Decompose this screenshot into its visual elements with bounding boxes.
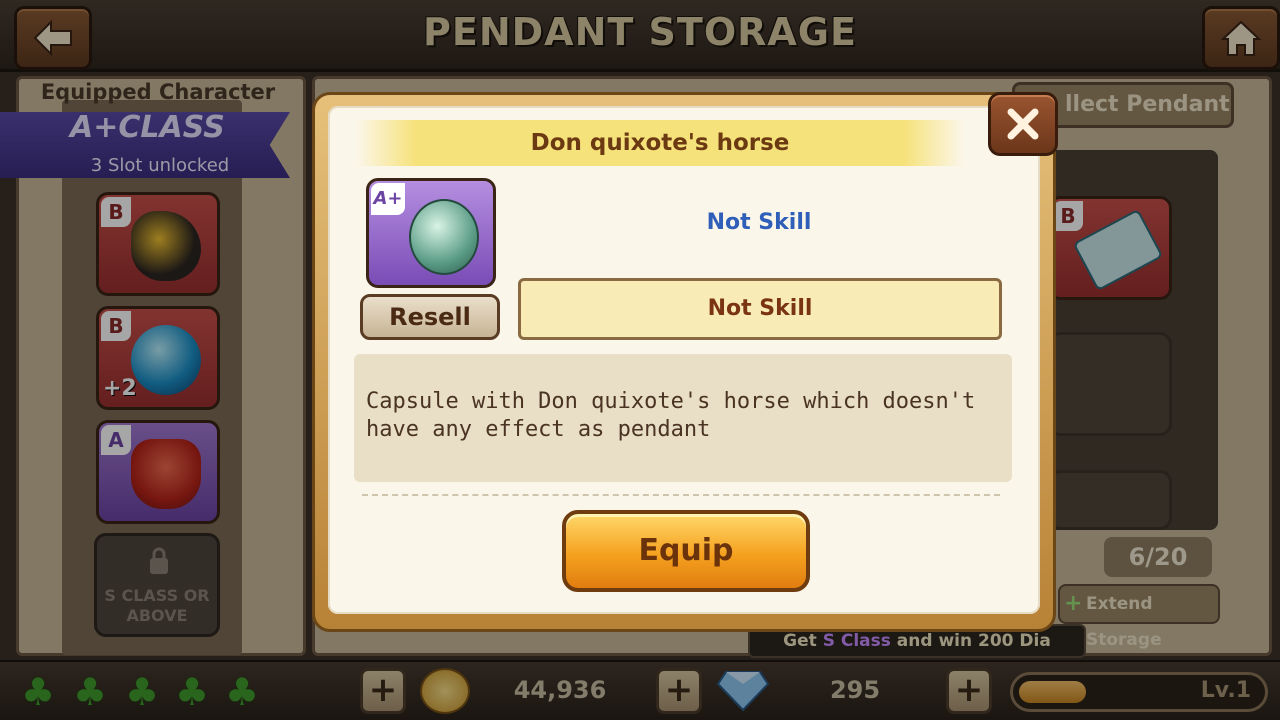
resell-button[interactable]: Resell: [360, 294, 500, 340]
capsule-icon: [409, 199, 479, 275]
grade-badge: A+: [371, 183, 405, 215]
close-button[interactable]: [988, 92, 1058, 156]
pendant-name: Don quixote's horse: [356, 120, 964, 166]
equip-button[interactable]: Equip: [562, 510, 810, 592]
pendant-item-icon: A+: [366, 178, 496, 288]
skill-title: Not Skill: [706, 210, 812, 235]
skill-box: Not Skill: [518, 278, 1002, 340]
pendant-description: Capsule with Don quixote's horse which d…: [354, 354, 1012, 482]
close-icon: [1007, 108, 1039, 140]
divider: [362, 494, 1000, 496]
